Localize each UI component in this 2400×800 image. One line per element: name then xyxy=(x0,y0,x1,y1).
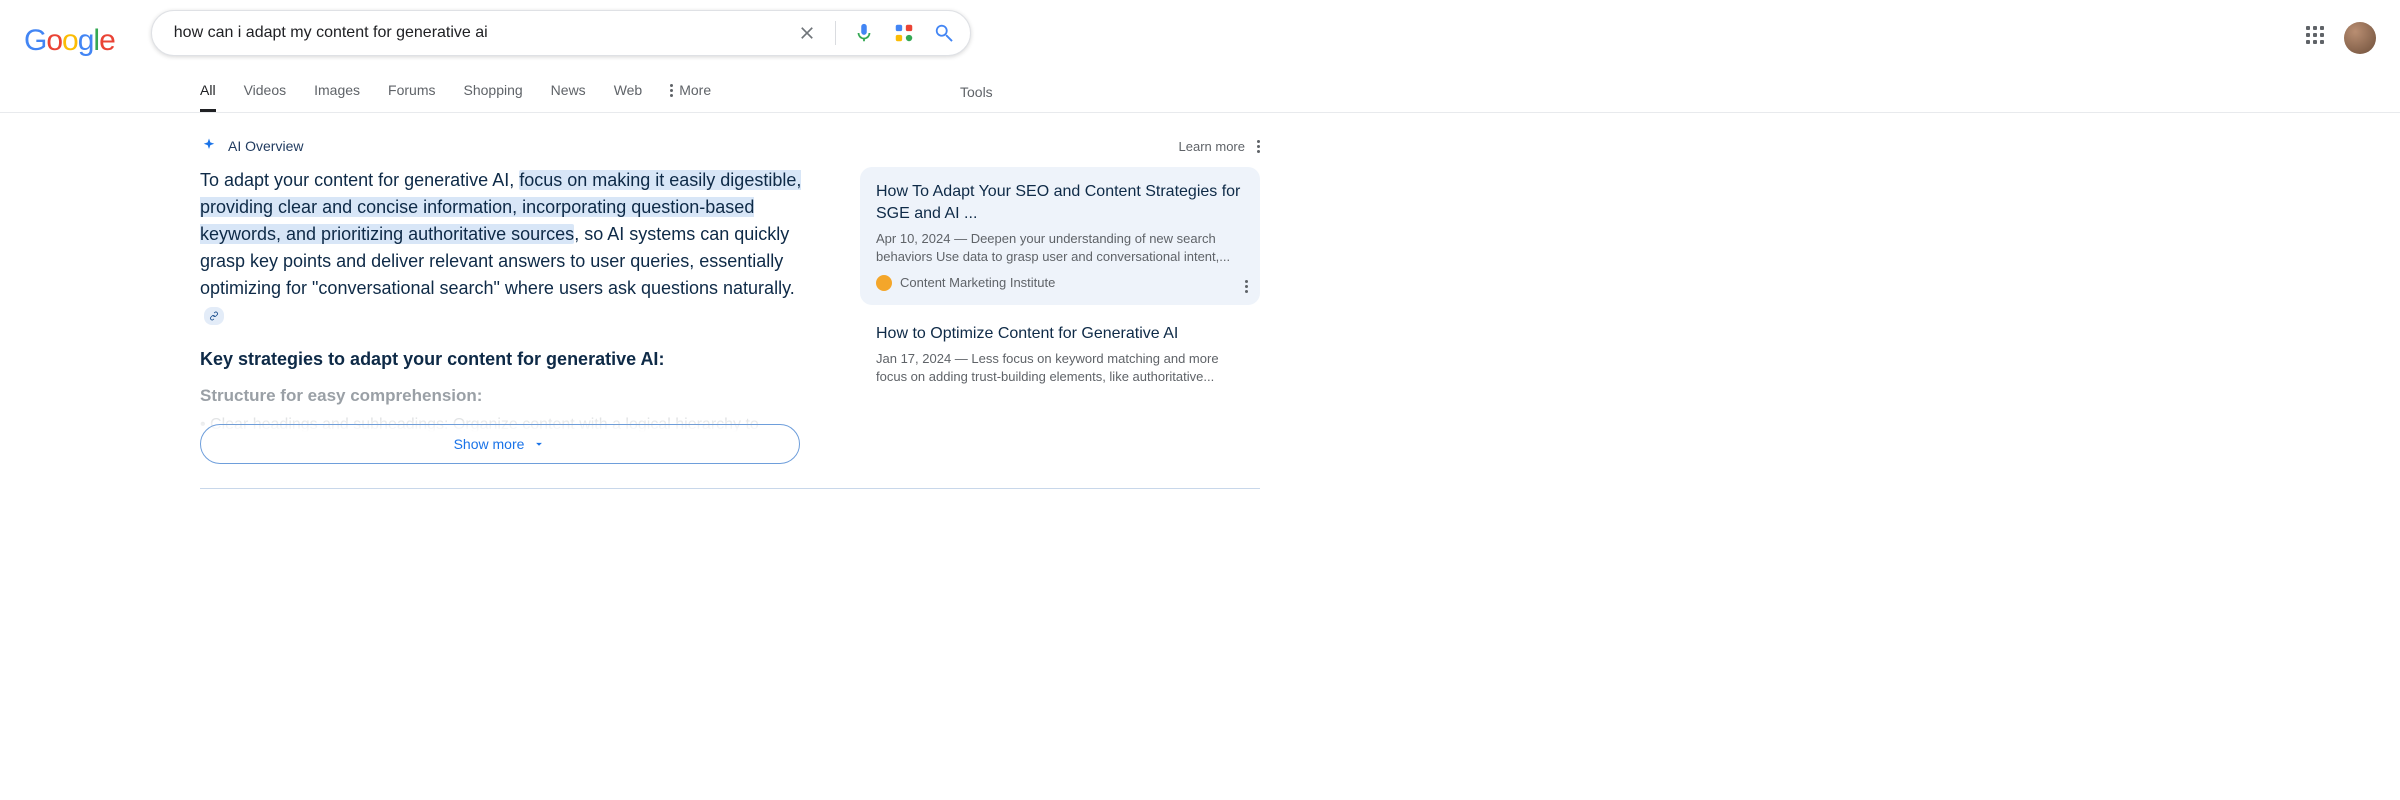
tab-videos[interactable]: Videos xyxy=(244,70,287,112)
card-snippet: Jan 17, 2024 — Less focus on keyword mat… xyxy=(876,350,1244,386)
avatar[interactable] xyxy=(2344,22,2376,54)
chevron-down-icon xyxy=(532,437,546,451)
tab-forums[interactable]: Forums xyxy=(388,70,435,112)
ai-faded-bullet: • Clear headings and subheadings: Organi… xyxy=(200,416,820,434)
tab-news[interactable]: News xyxy=(551,70,586,112)
card-overflow-icon[interactable] xyxy=(1245,280,1248,293)
ai-overview-text: To adapt your content for generative AI,… xyxy=(200,167,820,329)
source-cards: How To Adapt Your SEO and Content Strate… xyxy=(860,167,1260,464)
search-bar xyxy=(151,10,971,56)
tools-button[interactable]: Tools xyxy=(960,72,993,111)
tab-shopping[interactable]: Shopping xyxy=(464,70,523,112)
results: AI Overview Learn more To adapt your con… xyxy=(200,137,1260,489)
citation-chip[interactable] xyxy=(204,307,224,325)
clear-icon[interactable] xyxy=(795,21,819,45)
tab-more[interactable]: More xyxy=(670,70,711,112)
card-snippet: Apr 10, 2024 — Deepen your understanding… xyxy=(876,230,1244,266)
card-title[interactable]: How To Adapt Your SEO and Content Strate… xyxy=(876,181,1244,224)
search-input[interactable] xyxy=(172,23,787,43)
search-icon[interactable] xyxy=(932,21,956,45)
card-source[interactable]: Content Marketing Institute xyxy=(876,275,1244,291)
mic-icon[interactable] xyxy=(852,21,876,45)
source-card[interactable]: How to Optimize Content for Generative A… xyxy=(860,309,1260,401)
source-card[interactable]: How To Adapt Your SEO and Content Strate… xyxy=(860,167,1260,305)
lens-icon[interactable] xyxy=(892,21,916,45)
section-divider xyxy=(200,488,1260,489)
learn-more-link[interactable]: Learn more xyxy=(1179,139,1245,154)
tabs-row: All Videos Images Forums Shopping News W… xyxy=(0,70,2400,113)
divider xyxy=(835,21,836,45)
ai-overview-label: AI Overview xyxy=(228,138,303,154)
ai-subhead: Key strategies to adapt your content for… xyxy=(200,349,820,370)
card-title[interactable]: How to Optimize Content for Generative A… xyxy=(876,323,1244,345)
tab-images[interactable]: Images xyxy=(314,70,360,112)
tab-web[interactable]: Web xyxy=(614,70,643,112)
apps-icon[interactable] xyxy=(2306,26,2330,50)
ai-section-title: Structure for easy comprehension: xyxy=(200,386,820,406)
tab-all[interactable]: All xyxy=(200,70,216,112)
source-favicon-icon xyxy=(876,275,892,291)
google-logo[interactable]: Google xyxy=(24,24,115,58)
sparkle-icon xyxy=(200,137,218,155)
overflow-icon[interactable] xyxy=(1257,140,1260,153)
header: Google xyxy=(0,0,2400,58)
